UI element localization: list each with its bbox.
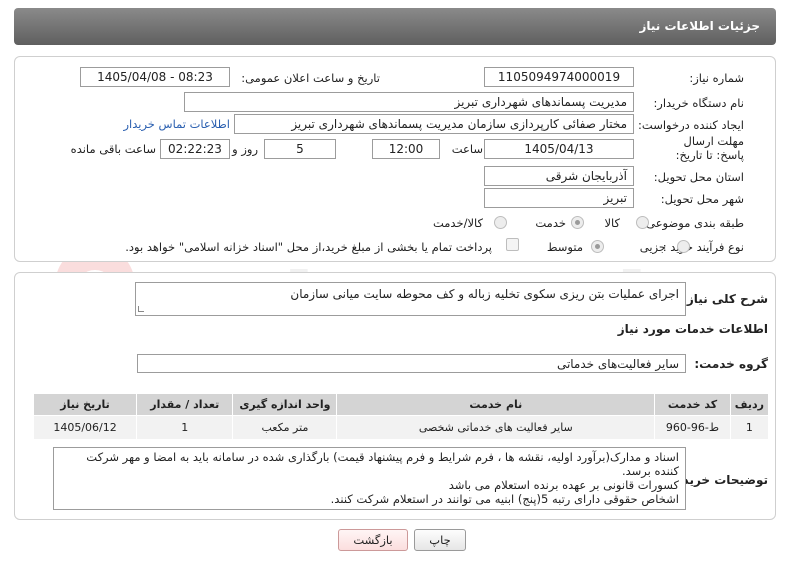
city-field: تبریز — [484, 188, 634, 208]
process-radio-minor[interactable] — [677, 240, 690, 253]
col-quantity: تعداد / مقدار — [136, 393, 234, 416]
col-row: ردیف — [729, 393, 770, 416]
services-section-title: اطلاعات خدمات مورد نیاز — [617, 322, 768, 336]
creator-field: مختار صفائی کارپردازی سازمان مدیریت پسما… — [234, 114, 634, 134]
city-label: شهر محل تحویل: — [660, 192, 744, 206]
treasury-payment-note: پرداخت تمام یا بخشی از مبلغ خرید،از محل … — [125, 240, 492, 254]
cell-need-date: 1405/06/12 — [32, 415, 138, 440]
cell-row: 1 — [729, 415, 770, 440]
print-button[interactable]: چاپ — [414, 529, 466, 551]
back-button[interactable]: بازگشت — [338, 529, 408, 551]
deadline-time-field: 12:00 — [372, 139, 440, 159]
buyer-org-field: مدیریت پسماندهای شهرداری تبریز — [184, 92, 634, 112]
process-option-medium: متوسط — [546, 240, 583, 254]
deadline-date-field: 1405/04/13 — [484, 139, 634, 159]
cell-code: ط-96-960 — [654, 415, 731, 440]
category-option-service: خدمت — [535, 216, 566, 230]
col-unit: واحد اندازه گیری — [232, 393, 338, 416]
days-label: روز و — [232, 142, 258, 156]
creator-label: ایجاد کننده درخواست: — [638, 118, 744, 132]
deadline-label: مهلت ارسال پاسخ: تا تاریخ: — [675, 134, 744, 162]
process-label: نوع فرآیند خرید : — [662, 240, 744, 254]
cell-name: سایر فعالیت های خدماتی شخصی — [336, 415, 656, 440]
col-name: نام خدمت — [336, 393, 656, 416]
process-radio-medium[interactable] — [591, 240, 604, 253]
remaining-time-field: 02:22:23 — [160, 139, 230, 159]
process-option-minor: جزیی — [639, 240, 666, 254]
buyer-notes-field: اسناد و مدارک(برآورد اولیه، نقشه ها ، فر… — [53, 447, 686, 510]
cell-unit: متر مکعب — [232, 415, 338, 440]
category-option-goods: کالا — [604, 216, 620, 230]
deadline-time-label: ساعت — [451, 142, 483, 156]
table-row: 1 ط-96-960 سایر فعالیت های خدماتی شخصی م… — [32, 415, 770, 440]
announce-label: تاریخ و ساعت اعلان عمومی: — [241, 71, 380, 85]
buyer-notes-line: اسناد و مدارک(برآورد اولیه، نقشه ها ، فر… — [86, 450, 679, 478]
page-title: جزئیات اطلاعات نیاز — [639, 19, 760, 33]
province-label: استان محل تحویل: — [653, 170, 744, 184]
services-table: ردیف کد خدمت نام خدمت واحد اندازه گیری ت… — [32, 393, 770, 440]
category-label: طبقه بندی موضوعی: — [642, 216, 744, 230]
category-radio-goods-service[interactable] — [494, 216, 507, 229]
treasury-payment-checkbox[interactable] — [506, 238, 519, 251]
remaining-time-label: ساعت باقی مانده — [70, 142, 156, 156]
need-number-label: شماره نیاز: — [689, 71, 744, 85]
category-option-goods-service: کالا/خدمت — [432, 216, 483, 230]
province-field: آذربایجان شرقی — [484, 166, 634, 186]
contact-info-link[interactable]: اطلاعات تماس خریدار — [123, 117, 230, 131]
announce-datetime-field: 1405/04/08 - 08:23 — [80, 67, 230, 87]
service-group-field: سایر فعالیت‌های خدماتی — [137, 354, 686, 373]
buyer-notes-line: اشخاص حقوقی دارای رتبه 5(پنج) ابنیه می ت… — [330, 492, 679, 506]
need-number-field: 1105094974000019 — [484, 67, 634, 87]
resize-handle-icon[interactable] — [138, 306, 144, 312]
summary-field: اجرای عملیات بتن ریزی سکوی تخلیه زباله و… — [135, 282, 686, 316]
days-field: 5 — [264, 139, 336, 159]
summary-label: شرح کلی نیاز: — [682, 292, 768, 306]
buyer-notes-line: کسورات قانونی بر عهده برنده استعلام می ب… — [448, 478, 679, 492]
category-radio-goods[interactable] — [636, 216, 649, 229]
services-table-header: ردیف کد خدمت نام خدمت واحد اندازه گیری ت… — [32, 393, 770, 416]
col-code: کد خدمت — [654, 393, 731, 416]
buyer-org-label: نام دستگاه خریدار: — [653, 96, 744, 110]
category-radio-service[interactable] — [571, 216, 584, 229]
page-header: جزئیات اطلاعات نیاز — [14, 8, 776, 45]
service-group-label: گروه خدمت: — [694, 357, 768, 371]
cell-quantity: 1 — [136, 415, 234, 440]
col-need-date: تاریخ نیاز — [32, 393, 138, 416]
